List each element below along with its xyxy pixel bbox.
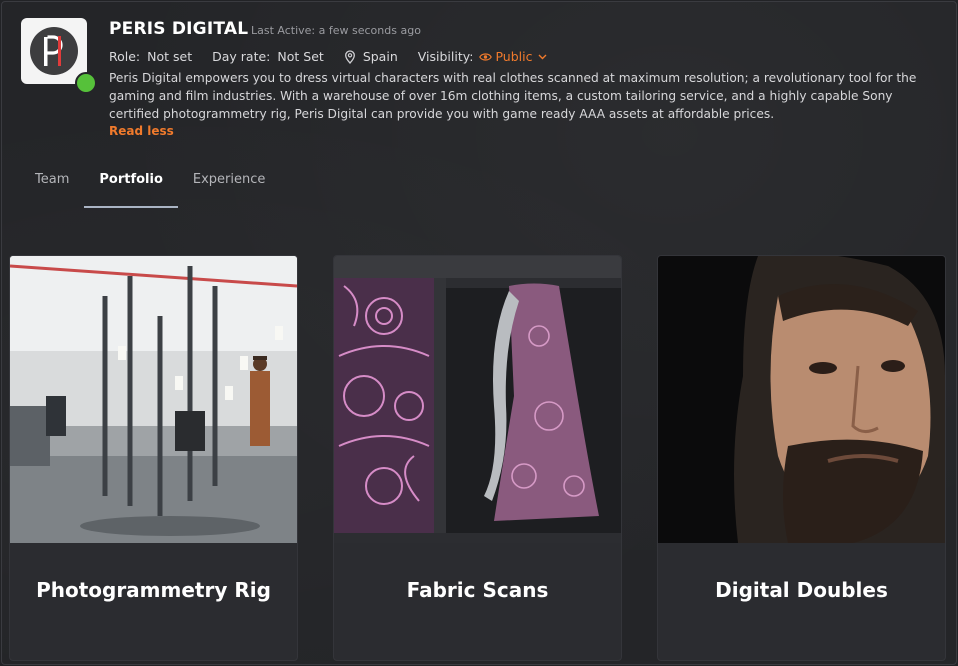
online-status-indicator xyxy=(75,72,97,94)
tab-experience[interactable]: Experience xyxy=(178,170,281,206)
visibility-dropdown[interactable]: Public xyxy=(479,49,547,64)
card-title: Digital Doubles xyxy=(715,578,888,602)
role-value: Not set xyxy=(147,49,193,64)
day-rate-label: Day rate: xyxy=(212,49,271,64)
location-field: Spain xyxy=(344,49,398,64)
chevron-down-icon xyxy=(538,54,547,59)
photogrammetry-rig-image xyxy=(10,256,297,543)
eye-icon xyxy=(479,52,493,61)
profile-meta: Role: Not set Day rate: Not Set Spain Vi… xyxy=(109,49,567,64)
portfolio-card[interactable]: Digital Doubles xyxy=(657,255,946,661)
fabric-scans-image xyxy=(334,256,621,543)
day-rate-field: Day rate: Not Set xyxy=(212,49,324,64)
digital-doubles-image xyxy=(658,256,945,543)
card-title: Photogrammetry Rig xyxy=(36,578,271,602)
portfolio-card[interactable]: Photogrammetry Rig xyxy=(9,255,298,661)
card-title: Fabric Scans xyxy=(406,578,549,602)
role-field: Role: Not set xyxy=(109,49,192,64)
visibility-label: Visibility: xyxy=(417,49,474,64)
location-value: Spain xyxy=(362,49,398,64)
last-active-text: Last Active: a few seconds ago xyxy=(251,24,421,37)
portfolio-card[interactable]: Fabric Scans xyxy=(333,255,622,661)
day-rate-value: Not Set xyxy=(277,49,324,64)
role-label: Role: xyxy=(109,49,141,64)
company-avatar[interactable] xyxy=(21,18,87,84)
company-name: PERIS DIGITAL xyxy=(109,19,249,39)
tab-portfolio[interactable]: Portfolio xyxy=(84,170,178,208)
map-pin-icon xyxy=(344,49,355,64)
visibility-field: Visibility: Public xyxy=(418,49,548,64)
read-less-link[interactable]: Read less xyxy=(109,124,174,138)
tab-team[interactable]: Team xyxy=(20,170,84,206)
profile-description: Peris Digital empowers you to dress virt… xyxy=(109,71,917,121)
peris-logo xyxy=(30,27,78,75)
profile-tabs: Team Portfolio Experience xyxy=(20,170,280,208)
profile-page: PERIS DIGITAL Last Active: a few seconds… xyxy=(1,1,957,665)
visibility-value: Public xyxy=(495,49,533,64)
